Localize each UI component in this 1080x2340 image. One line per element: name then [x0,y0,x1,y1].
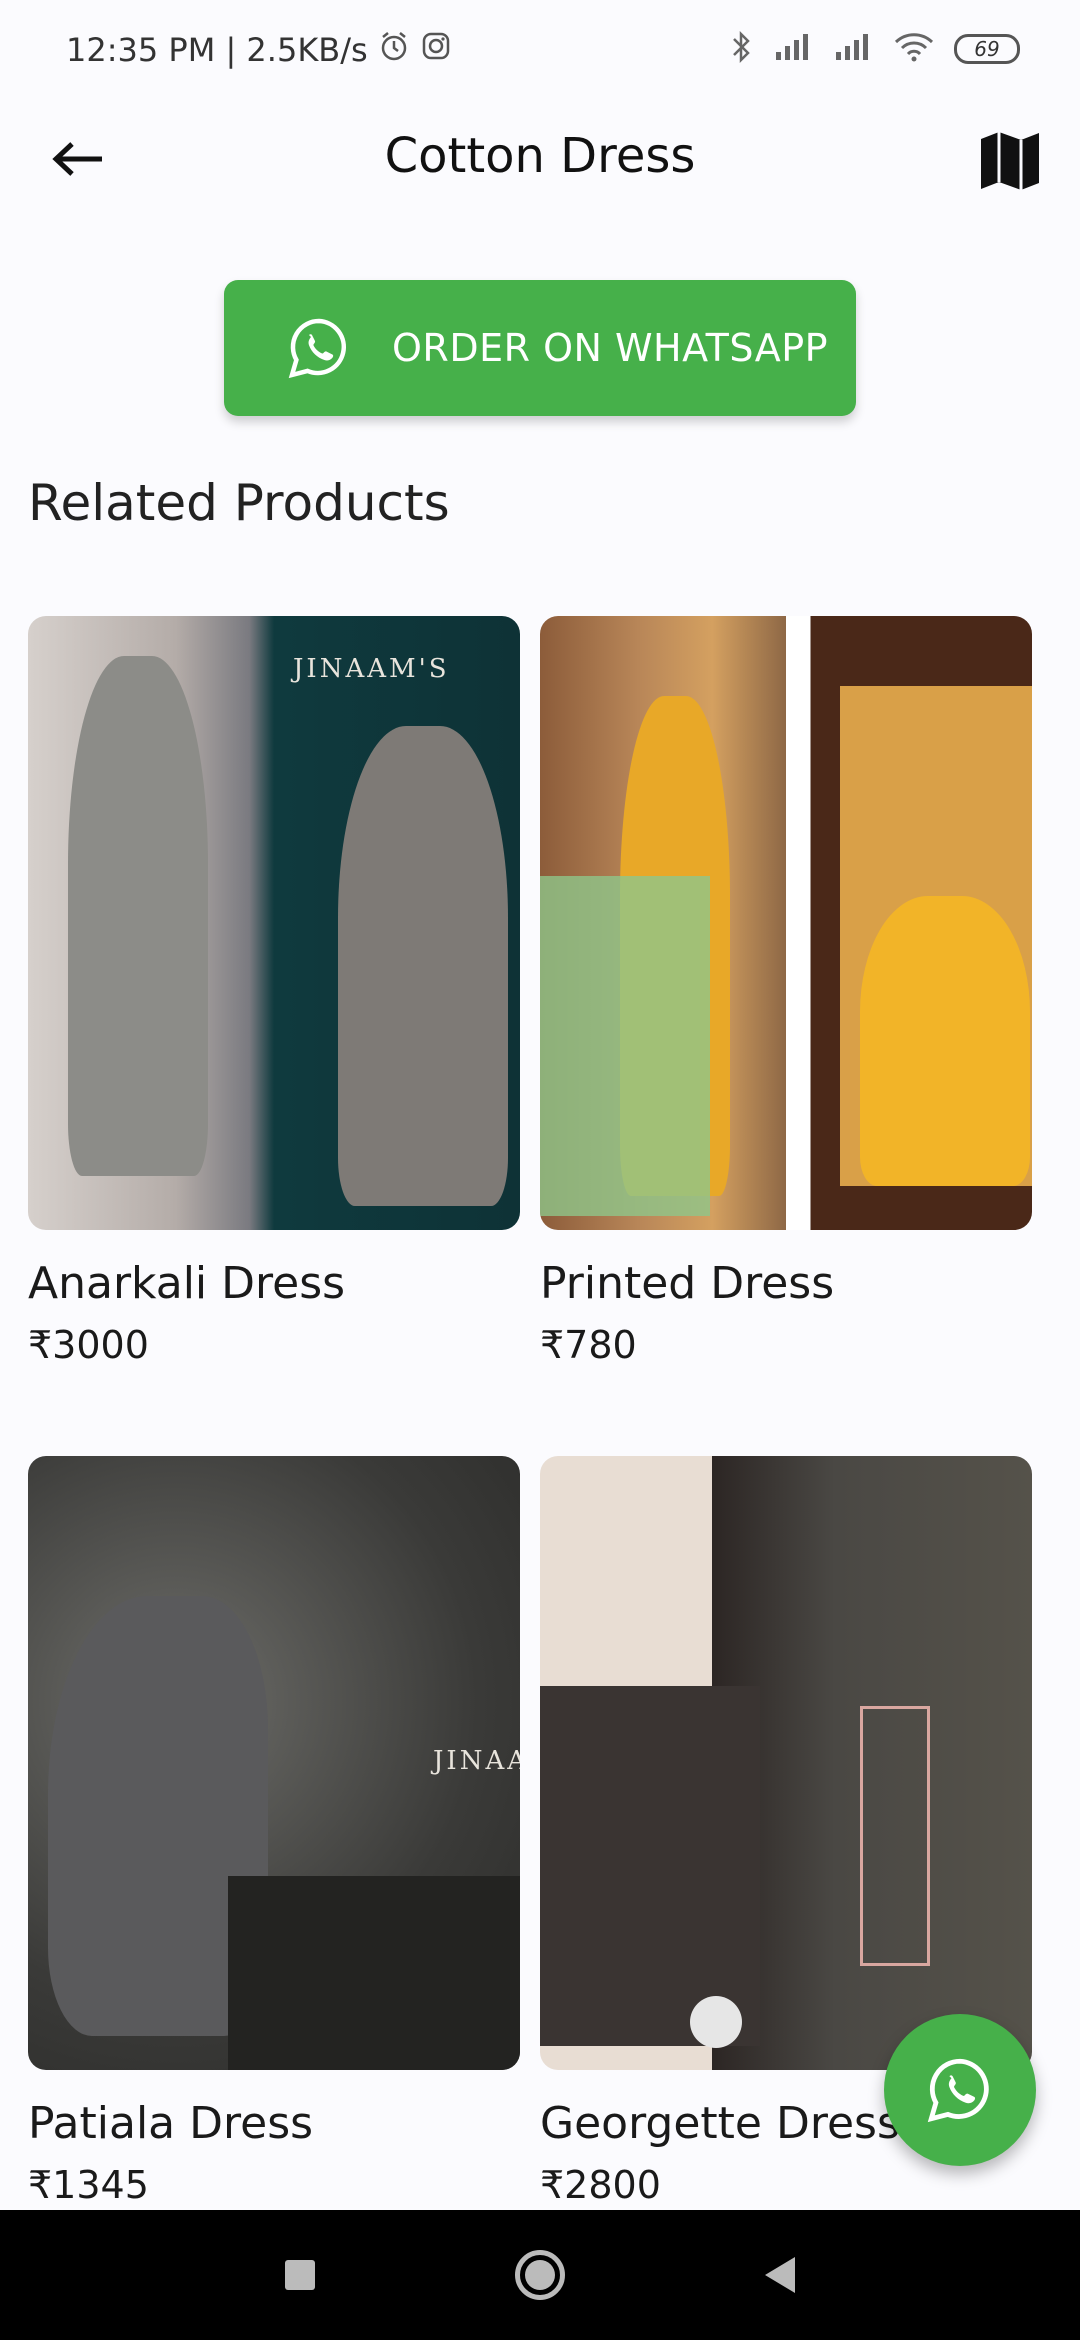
system-nav-bar [0,2210,1080,2340]
product-card-patiala[interactable]: JINAAM'S Patiala Dress ₹1345 [28,1456,520,2207]
status-time-speed: 12:35 PM | 2.5KB/s [66,31,368,69]
order-button-label: ORDER ON WHATSAPP [392,326,829,370]
signal-icon [774,32,814,66]
system-back-button[interactable] [765,2257,795,2293]
order-on-whatsapp-button[interactable]: ORDER ON WHATSAPP [224,280,856,416]
product-card-anarkali[interactable]: JINAAM'S Anarkali Dress ₹3000 [28,616,520,1367]
section-title: Related Products [28,474,450,532]
whatsapp-icon [927,2058,989,2123]
map-icon [981,132,1039,190]
whatsapp-icon [288,317,350,379]
alarm-icon [378,30,410,70]
signal-icon-2 [834,32,874,66]
product-name: Anarkali Dress [28,1258,346,1309]
model-figure [68,656,208,1176]
map-button[interactable] [970,120,1050,200]
product-price: ₹2800 [540,2163,661,2207]
product-image [540,616,1032,1230]
placket-detail [860,1706,930,1966]
status-right: 69 [730,30,1020,68]
product-name: Printed Dress [540,1258,835,1309]
page-title: Cotton Dress [384,128,696,184]
recents-button[interactable] [285,2260,315,2290]
model-figure [860,896,1030,1186]
screen: 12:35 PM | 2.5KB/s 69 Cotton Dress ORDER… [0,0,1080,2340]
wifi-icon [894,32,934,66]
product-card-printed[interactable]: Printed Dress ₹780 [540,616,1032,1367]
model-figure [338,726,508,1206]
whatsapp-fab[interactable] [884,2014,1036,2166]
brand-badge [690,1996,742,2048]
home-button[interactable] [515,2250,565,2300]
brand-mark: JINAAM'S [293,654,450,684]
battery-indicator: 69 [954,34,1020,64]
product-image: JINAAM'S [28,1456,520,2070]
product-price: ₹780 [540,1323,637,1367]
product-price: ₹3000 [28,1323,149,1367]
status-bar: 12:35 PM | 2.5KB/s 69 [0,0,1080,100]
product-image [540,1456,1032,2070]
product-name: Patiala Dress [28,2098,314,2149]
app-bar: Cotton Dress [0,100,1080,220]
rock-shape [228,1876,520,2070]
status-left: 12:35 PM | 2.5KB/s [66,30,452,70]
product-price: ₹1345 [28,2163,149,2207]
instagram-icon [420,30,452,70]
bluetooth-icon [730,30,754,68]
brand-mark: JINAAM'S [433,1746,520,1776]
product-image: JINAAM'S [28,616,520,1230]
inset-photo [540,1686,760,2046]
dupatta-shape [540,876,710,1216]
